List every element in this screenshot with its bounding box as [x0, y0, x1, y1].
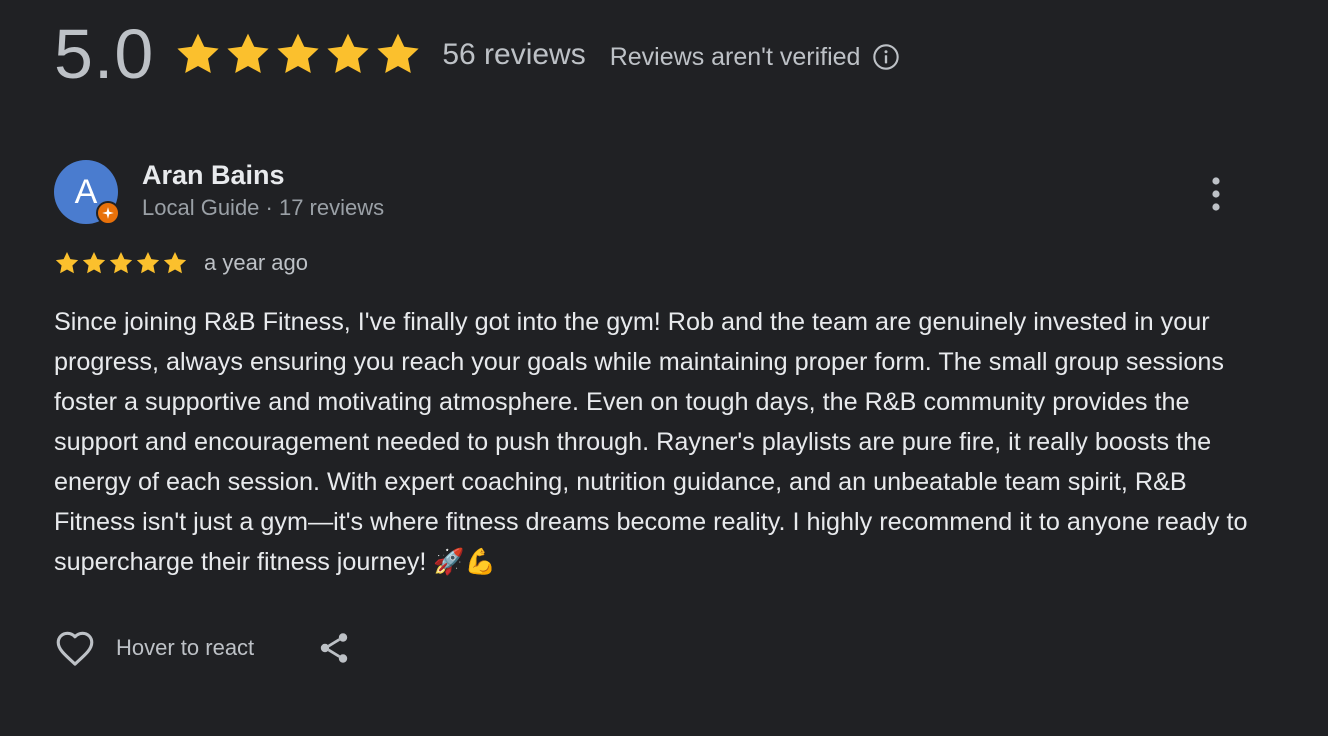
star-icon [136, 251, 160, 274]
info-circle-icon[interactable] [872, 43, 900, 71]
local-guide-star-icon [96, 201, 120, 225]
reviewer-info: Aran Bains Local Guide · 17 reviews [142, 158, 384, 224]
review-rating-row: a year ago [54, 246, 1274, 280]
share-button[interactable] [316, 630, 352, 666]
avatar-letter: A [74, 172, 98, 211]
star-icon [327, 33, 369, 73]
reviewer-name[interactable]: Aran Bains [142, 158, 384, 192]
more-vertical-icon [1212, 177, 1220, 211]
star-icon [377, 33, 419, 73]
reviewer-header: A Aran Bains Local Guide · 17 reviews [54, 158, 1274, 230]
review-actions: Hover to react [54, 626, 1274, 670]
summary-stars [174, 30, 422, 78]
share-icon [320, 633, 348, 663]
review-text: Since joining R&B Fitness, I've finally … [54, 308, 1248, 576]
star-icon [109, 251, 133, 274]
star-icon [277, 33, 319, 73]
verification-note-label: Reviews aren't verified [609, 42, 861, 71]
verification-note: Reviews aren't verified [610, 37, 901, 72]
review-stars [54, 250, 188, 276]
reviews-panel: 5.0 56 reviews Reviews aren't verified A [0, 0, 1328, 736]
star-icon [163, 251, 187, 274]
avatar[interactable]: A [54, 160, 120, 225]
star-icon [227, 33, 269, 73]
review-card: A Aran Bains Local Guide · 17 reviews a … [54, 158, 1274, 670]
star-icon [55, 251, 79, 274]
react-button[interactable]: Hover to react [54, 629, 254, 667]
review-date: a year ago [204, 250, 308, 275]
star-icon [177, 33, 219, 73]
rating-summary: 5.0 56 reviews Reviews aren't verified [54, 14, 900, 94]
more-options-button[interactable] [1194, 172, 1238, 216]
reviewer-meta: Local Guide · 17 reviews [142, 195, 385, 220]
average-rating: 5.0 [54, 15, 155, 93]
review-count: 56 reviews [442, 38, 586, 71]
react-label: Hover to react [116, 635, 255, 660]
heart-outline-icon [56, 631, 94, 666]
star-icon [82, 251, 106, 274]
